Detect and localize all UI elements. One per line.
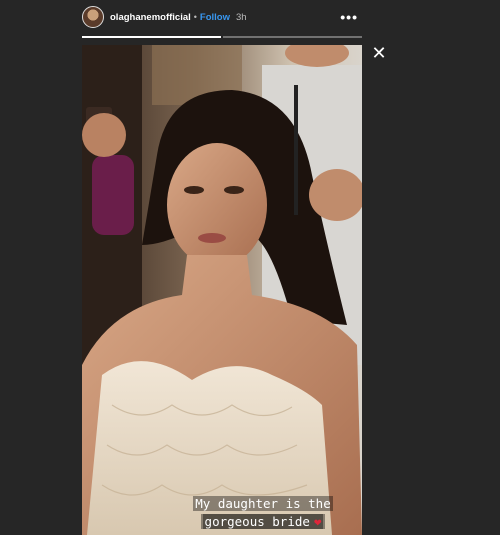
progress-segment [223, 36, 362, 38]
story-header: olaghanemofficial • Follow 3h ••• [82, 4, 362, 30]
separator: • [193, 12, 197, 22]
hair-dryer [92, 155, 134, 235]
story-caption: My daughter is the gorgeous bride ❤ [172, 495, 354, 531]
close-icon[interactable]: ✕ [370, 44, 388, 62]
caption-line-2: gorgeous bride [202, 514, 312, 529]
avatar[interactable] [82, 6, 104, 28]
more-icon[interactable]: ••• [340, 10, 358, 24]
follow-button[interactable]: Follow [200, 12, 230, 23]
bride-portrait [82, 45, 362, 535]
story-progress [82, 36, 362, 38]
timestamp: 3h [236, 11, 247, 23]
heart-icon: ❤ [311, 514, 324, 529]
caption-line-1: My daughter is the [193, 496, 333, 511]
story-photo[interactable] [82, 45, 362, 535]
username[interactable]: olaghanemofficial [110, 12, 191, 23]
progress-segment [82, 36, 221, 38]
